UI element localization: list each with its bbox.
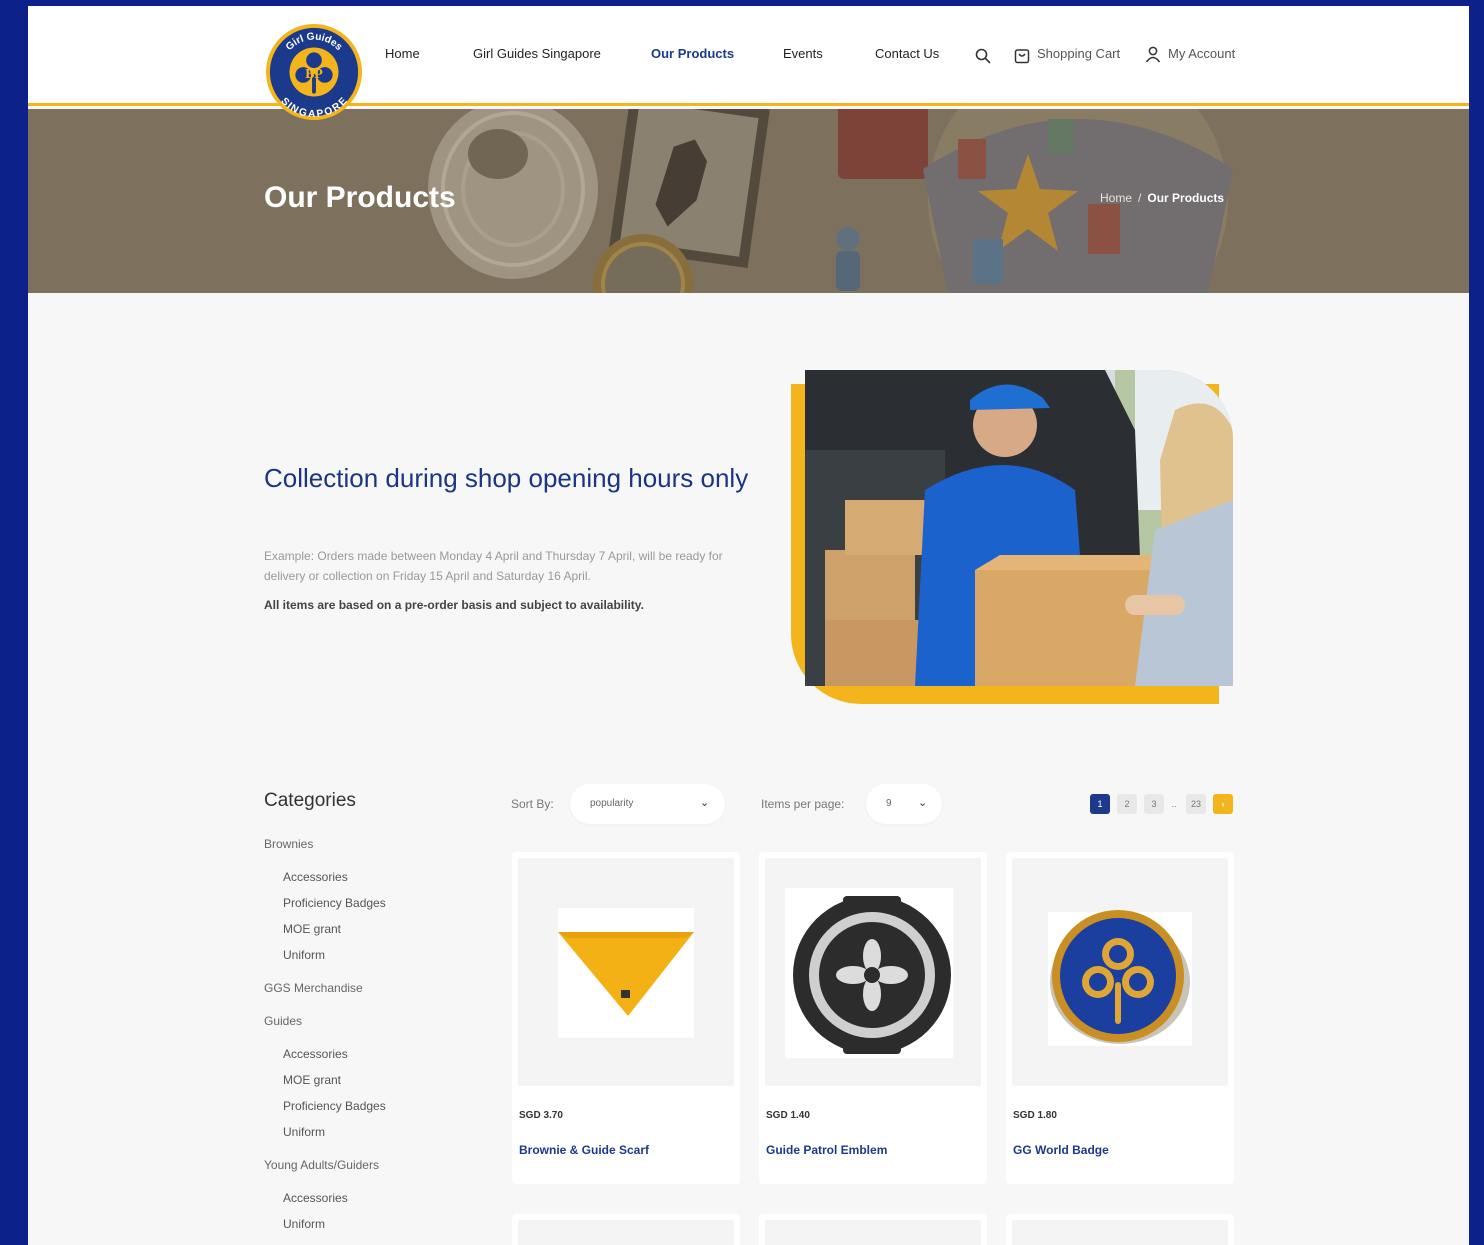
- site-header: Home Girl Guides Singapore Our Products …: [28, 6, 1469, 106]
- chevron-down-icon: ⌄: [700, 797, 710, 809]
- product-image[interactable]: [518, 1220, 734, 1245]
- sort-by-select[interactable]: popularity ⌄: [570, 784, 725, 824]
- breadcrumb-home[interactable]: Home: [1100, 191, 1132, 205]
- category-brownies-proficiency-badges[interactable]: Proficiency Badges: [283, 896, 386, 910]
- category-guides-proficiency-badges[interactable]: Proficiency Badges: [283, 1099, 386, 1113]
- hero-background-image: [28, 109, 1469, 293]
- category-brownies[interactable]: Brownies: [264, 837, 313, 851]
- items-per-page-value: 9: [886, 798, 892, 809]
- product-card-partial[interactable]: [759, 1214, 987, 1245]
- collection-heading: Collection during shop opening hours onl…: [264, 463, 749, 493]
- product-image[interactable]: [518, 858, 734, 1086]
- next-page-button[interactable]: ›: [1213, 794, 1233, 814]
- category-brownies-moe-grant[interactable]: MOE grant: [283, 922, 341, 936]
- page-1-button[interactable]: 1: [1090, 794, 1110, 814]
- collection-example-text: Example: Orders made between Monday 4 Ap…: [264, 549, 723, 583]
- category-young-adults-accessories[interactable]: Accessories: [283, 1191, 348, 1205]
- category-young-adults-guiders[interactable]: Young Adults/Guiders: [264, 1158, 379, 1172]
- shopping-cart-link[interactable]: Shopping Cart: [1037, 46, 1120, 61]
- product-price: SGD 3.70: [519, 1110, 563, 1121]
- shopping-bag-icon[interactable]: [1014, 47, 1030, 64]
- breadcrumb-current: Our Products: [1147, 191, 1225, 205]
- page-2-button[interactable]: 2: [1117, 794, 1137, 814]
- product-card[interactable]: SGD 1.80 GG World Badge: [1006, 852, 1234, 1184]
- page-3-button[interactable]: 3: [1144, 794, 1164, 814]
- user-icon[interactable]: [1145, 46, 1161, 63]
- product-image[interactable]: [1012, 858, 1228, 1086]
- delivery-photo: [805, 370, 1233, 686]
- product-card[interactable]: SGD 3.70 Brownie & Guide Scarf: [512, 852, 740, 1184]
- categories-title: Categories: [264, 790, 356, 811]
- product-card-partial[interactable]: [512, 1214, 740, 1245]
- pagination-ellipsis: ..: [1171, 799, 1177, 809]
- category-guides-accessories[interactable]: Accessories: [283, 1047, 348, 1061]
- my-account-link[interactable]: My Account: [1168, 46, 1235, 61]
- category-guides[interactable]: Guides: [264, 1014, 302, 1028]
- product-image[interactable]: [1012, 1220, 1228, 1245]
- product-image[interactable]: [765, 858, 981, 1086]
- search-icon[interactable]: [975, 48, 991, 64]
- sort-by-label: Sort By:: [511, 797, 554, 811]
- nav-our-products[interactable]: Our Products: [651, 46, 734, 61]
- nav-contact-us[interactable]: Contact Us: [875, 46, 939, 61]
- product-image[interactable]: [765, 1220, 981, 1245]
- product-name[interactable]: Brownie & Guide Scarf: [519, 1143, 649, 1157]
- page-hero: Our Products Home / Our Products: [28, 109, 1469, 293]
- logo-monogram: BP: [305, 66, 323, 81]
- page-title: Our Products: [264, 181, 456, 214]
- sort-by-value: popularity: [590, 798, 634, 809]
- nav-events[interactable]: Events: [783, 46, 823, 61]
- items-per-page-select[interactable]: 9 ⌄: [866, 784, 942, 824]
- items-per-page-label: Items per page:: [761, 797, 845, 811]
- page: Home Girl Guides Singapore Our Products …: [28, 6, 1469, 1245]
- category-brownies-uniform[interactable]: Uniform: [283, 948, 325, 962]
- product-price: SGD 1.80: [1013, 1110, 1057, 1121]
- breadcrumb: Home / Our Products: [1100, 191, 1224, 205]
- category-guides-moe-grant[interactable]: MOE grant: [283, 1073, 341, 1087]
- preorder-note: All items are based on a pre-order basis…: [264, 598, 644, 612]
- breadcrumb-separator: /: [1138, 191, 1142, 205]
- nav-girl-guides-singapore[interactable]: Girl Guides Singapore: [473, 46, 601, 61]
- category-ggs-merchandise[interactable]: GGS Merchandise: [264, 981, 363, 995]
- product-card-partial[interactable]: [1006, 1214, 1234, 1245]
- product-price: SGD 1.40: [766, 1110, 810, 1121]
- product-name[interactable]: GG World Badge: [1013, 1143, 1109, 1157]
- category-young-adults-uniform[interactable]: Uniform: [283, 1217, 325, 1231]
- delivery-illustration: [805, 370, 1233, 686]
- page-23-button[interactable]: 23: [1186, 794, 1206, 814]
- nav-home[interactable]: Home: [385, 46, 420, 61]
- chevron-down-icon: ⌄: [918, 797, 928, 809]
- category-guides-uniform[interactable]: Uniform: [283, 1125, 325, 1139]
- girl-guides-singapore-logo[interactable]: BP Girl Guides SINGAPORE: [265, 23, 363, 121]
- product-name[interactable]: Guide Patrol Emblem: [766, 1143, 887, 1157]
- category-brownies-accessories[interactable]: Accessories: [283, 870, 348, 884]
- product-card[interactable]: SGD 1.40 Guide Patrol Emblem: [759, 852, 987, 1184]
- world-badge-pin-image: [1048, 910, 1192, 1046]
- girl-guides-patch-image: [785, 888, 953, 1058]
- yellow-scarf-image: [558, 908, 694, 1038]
